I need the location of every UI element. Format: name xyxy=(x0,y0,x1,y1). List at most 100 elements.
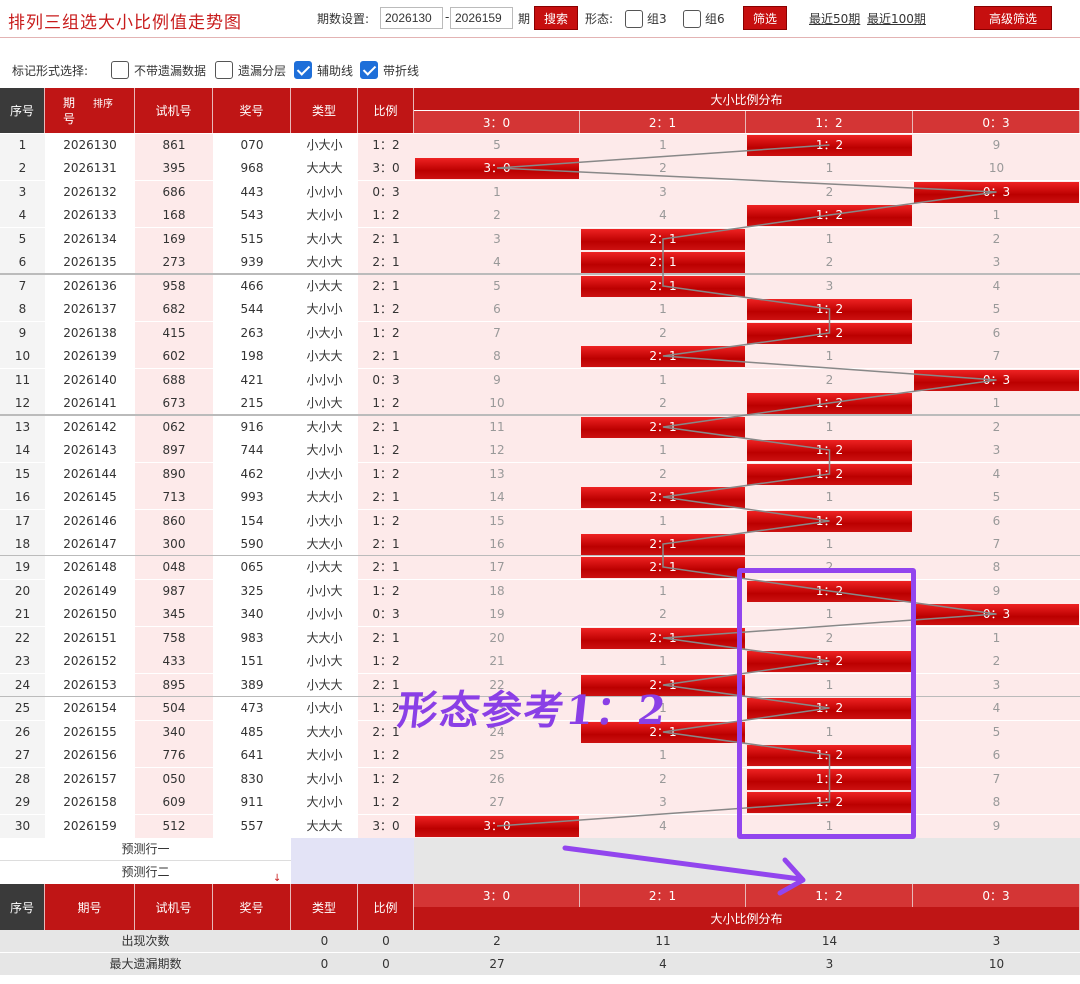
period-to-input[interactable] xyxy=(450,7,513,29)
fold-line-checkbox[interactable] xyxy=(360,61,378,79)
cell-seq: 5 xyxy=(18,232,27,246)
cell-period: 2026150 xyxy=(63,607,117,621)
miss-count: 1 xyxy=(825,161,834,175)
col-period-header[interactable]: 期 号 排序 xyxy=(45,88,135,133)
cell-ratio: 2：1 xyxy=(372,490,400,504)
miss-count: 2 xyxy=(825,255,834,269)
cell-ratio: 1：2 xyxy=(372,208,400,222)
filter-button[interactable]: 筛选 xyxy=(743,6,787,30)
cell-type: 小小大 xyxy=(306,584,343,598)
cell-period: 2026158 xyxy=(63,795,117,809)
miss-count: 1 xyxy=(659,373,667,387)
cell-trial: 958 xyxy=(162,279,186,293)
stats-label: 最大遗漏期数 xyxy=(109,957,182,971)
hit-cell-r12: 1：2 xyxy=(747,135,912,156)
cell-prize: 151 xyxy=(240,654,264,668)
cell-type: 小大大 xyxy=(306,279,343,293)
sort-label[interactable]: 排序 xyxy=(93,99,113,110)
cell-ratio: 1：2 xyxy=(372,772,400,786)
search-button[interactable]: 搜索 xyxy=(534,6,578,30)
miss-count: 14 xyxy=(489,490,505,504)
cell-prize: 263 xyxy=(240,326,264,340)
predict-chart-area[interactable] xyxy=(414,838,1080,884)
cell-period: 2026140 xyxy=(63,373,117,387)
cell-seq: 22 xyxy=(14,631,31,645)
cell-trial: 713 xyxy=(162,490,186,504)
cell-trial: 169 xyxy=(162,232,186,246)
cell-trial: 602 xyxy=(162,349,186,363)
cell-period: 2026156 xyxy=(63,748,117,762)
cell-seq: 12 xyxy=(14,396,31,410)
cell-ratio: 0：3 xyxy=(372,607,400,621)
recent-100-link[interactable]: 最近100期 xyxy=(867,10,926,27)
cell-type: 小小大 xyxy=(306,396,343,410)
period-unit: 期 xyxy=(518,12,531,26)
cell-period: 2026145 xyxy=(63,490,117,504)
range-dash: - xyxy=(445,10,450,24)
miss-count: 2 xyxy=(992,232,1001,246)
hit-cell-r12: 1：2 xyxy=(747,393,912,414)
miss-count: 2 xyxy=(493,208,501,222)
hit-cell-r21: 2：1 xyxy=(581,417,745,438)
miss-count: 1 xyxy=(659,654,667,668)
hit-cell-r12: 1：2 xyxy=(747,464,912,485)
bottom-period-header: 期号 xyxy=(45,884,135,930)
hit-cell-r30: 3：0 xyxy=(415,158,579,179)
cell-type: 大大大 xyxy=(306,819,343,833)
cell-period: 2026130 xyxy=(63,138,117,152)
period-header-bottom: 号 xyxy=(63,111,76,126)
miss-count: 26 xyxy=(489,772,505,786)
stats-type-value: 0 xyxy=(320,957,329,971)
miss-count: 1 xyxy=(992,208,1001,222)
stats-value-r03: 3 xyxy=(992,934,1001,948)
cell-ratio: 3：0 xyxy=(372,161,400,175)
arrow-down-icon[interactable]: ↓ xyxy=(273,873,281,884)
cell-ratio: 1：2 xyxy=(372,396,400,410)
cell-seq: 9 xyxy=(18,326,27,340)
no-miss-checkbox[interactable] xyxy=(111,61,129,79)
miss-count: 2 xyxy=(659,396,667,410)
cell-type: 大小小 xyxy=(306,443,343,457)
advanced-filter-button[interactable]: 高级筛选 xyxy=(974,6,1052,30)
cell-prize: 557 xyxy=(240,819,264,833)
period-from-input[interactable] xyxy=(380,7,443,29)
cell-prize: 389 xyxy=(240,678,264,692)
cell-trial: 673 xyxy=(162,396,186,410)
cell-type: 大大小 xyxy=(306,490,343,504)
cell-type: 大小小 xyxy=(306,748,343,762)
cell-ratio: 2：1 xyxy=(372,279,400,293)
cell-prize: 911 xyxy=(240,795,264,809)
cell-period: 2026154 xyxy=(63,701,117,715)
period-setting-label: 期数设置: xyxy=(317,12,370,26)
period-header-top: 期 xyxy=(63,95,76,110)
recent-50-link[interactable]: 最近50期 xyxy=(809,10,860,27)
miss-count: 6 xyxy=(992,514,1001,528)
cell-seq: 17 xyxy=(14,514,31,528)
cell-type: 大小小 xyxy=(306,772,343,786)
cell-type: 小大小 xyxy=(306,701,343,715)
miss-layer-checkbox[interactable] xyxy=(215,61,233,79)
cell-trial: 050 xyxy=(162,772,186,786)
predict-input-area[interactable] xyxy=(291,838,414,884)
miss-count: 5 xyxy=(992,302,1001,316)
group3-checkbox[interactable] xyxy=(625,10,643,28)
cell-type: 大小大 xyxy=(306,420,343,434)
cell-trial: 415 xyxy=(162,326,186,340)
col-r21-header: 2：1 xyxy=(580,111,746,133)
cell-prize: 641 xyxy=(240,748,264,762)
cell-ratio: 2：1 xyxy=(372,560,400,574)
cell-seq: 23 xyxy=(14,654,31,668)
cell-period: 2026134 xyxy=(63,232,117,246)
cell-prize: 744 xyxy=(240,443,264,457)
cell-prize: 590 xyxy=(240,537,264,551)
hit-cell-r30: 3：0 xyxy=(415,816,579,837)
miss-count: 1 xyxy=(659,443,667,457)
group6-checkbox[interactable] xyxy=(683,10,701,28)
miss-count: 3 xyxy=(825,279,834,293)
cell-prize: 916 xyxy=(240,420,264,434)
predict-row-1-label-cell: 预测行一 xyxy=(0,838,291,861)
col-trial-header: 试机号 xyxy=(135,88,213,133)
cell-prize: 340 xyxy=(240,607,264,621)
aux-line-checkbox[interactable] xyxy=(294,61,312,79)
cell-period: 2026155 xyxy=(63,725,117,739)
